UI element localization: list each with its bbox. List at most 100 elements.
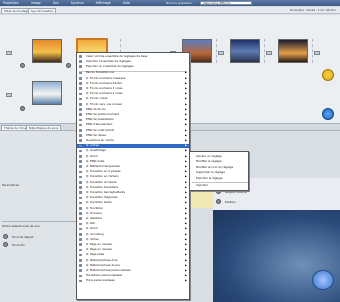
context-menu-item[interactable]: Effet de rideau ▶ bbox=[77, 134, 189, 138]
submenu-arrow-icon: ▶ bbox=[185, 227, 187, 231]
context-menu-item[interactable]: Q: Quadrillage ▶ bbox=[77, 149, 189, 153]
context-menu-item[interactable]: Q: Métamorphose personnalisée ▶ bbox=[77, 269, 189, 273]
slide-thumbnail[interactable] bbox=[278, 39, 308, 63]
tab-synchronisation[interactable]: Synchronisation bbox=[28, 8, 57, 13]
context-menu-item[interactable]: Q: Roll ▶ bbox=[77, 222, 189, 226]
transition-icon bbox=[79, 253, 82, 257]
transition-icon bbox=[79, 165, 82, 169]
context-menu-item[interactable]: Q: transition circulaire ▶ bbox=[77, 181, 189, 185]
context-menu-item[interactable]: Q: Métamorphose douce ▶ bbox=[77, 264, 189, 268]
param-knob[interactable] bbox=[3, 242, 8, 247]
context-menu-item[interactable]: Importer l'ensemble de réglages bbox=[77, 60, 189, 64]
duration-status: Ecran@2) : Durée : 1 mn 06 (fin) bbox=[290, 8, 336, 12]
submenu-item[interactable]: Supprimer le réglage bbox=[190, 170, 248, 174]
context-menu-item[interactable]: Q: Effet Cube ▶ bbox=[77, 160, 189, 164]
panel-section-title: Paramètres bbox=[2, 183, 20, 187]
context-menu-item[interactable]: Effet de volet (blind) ▶ bbox=[77, 129, 189, 133]
context-menu-item[interactable]: Q: Battants triangulaires ▶ bbox=[77, 165, 189, 169]
transition-icon bbox=[79, 259, 82, 262]
context-menu-item[interactable]: Transitions personnalisées ▶ bbox=[77, 274, 189, 278]
submenu-arrow-icon: ▶ bbox=[185, 206, 187, 210]
context-menu-item-label: Transitions personnalisées bbox=[86, 274, 123, 278]
context-menu-item[interactable]: Q: Incrusting ▶ bbox=[77, 233, 189, 237]
context-menu-item[interactable]: Q: Fondu enchaîné 2 voies ▶ bbox=[77, 92, 189, 96]
slide-options-button[interactable] bbox=[6, 51, 12, 55]
menu-image[interactable]: Image bbox=[31, 1, 41, 5]
context-menu-item[interactable]: Q: Tonneau ▶ bbox=[77, 212, 189, 216]
menu-aide[interactable]: Aide bbox=[123, 1, 130, 5]
context-menu-item[interactable]: Q: Zoom ▶ bbox=[77, 227, 189, 231]
context-menu-item-label: Q: Page en rouleau bbox=[86, 248, 113, 252]
submenu-item[interactable]: Modifier le nom du réglage bbox=[190, 165, 248, 169]
transition-icon bbox=[79, 196, 82, 200]
menu-son[interactable]: Son bbox=[53, 1, 59, 5]
slide-options-button[interactable] bbox=[314, 51, 320, 55]
context-menu-item-label: Q: Tourbillon bbox=[86, 206, 104, 210]
context-menu-item[interactable]: Q: transition en l'arbain ▶ bbox=[77, 175, 189, 179]
context-menu-item[interactable]: Q: Fondu enchaîné classique ▶ bbox=[77, 77, 189, 81]
context-menu-item[interactable]: Q: transition diagonale ▶ bbox=[77, 196, 189, 200]
submenu-arrow-icon: ▶ bbox=[185, 138, 187, 142]
context-menu-item[interactable]: Q: transition en 2 phases ▶ bbox=[77, 170, 189, 174]
slide-thumbnail[interactable] bbox=[230, 39, 260, 63]
submenu-item[interactable]: Importer bbox=[190, 183, 248, 187]
context-menu-item[interactable]: Pas de transition-nul ▶ bbox=[77, 71, 189, 75]
context-menu-item-label: Q: transition bande/battants bbox=[86, 190, 126, 194]
slide-thumbnail[interactable] bbox=[32, 81, 62, 105]
context-menu-item[interactable]: Q: Fondu vers une couleur ▶ bbox=[77, 103, 189, 107]
context-menu-item[interactable]: Caler comme ensemble de réglages de base bbox=[77, 55, 189, 59]
context-menu-item[interactable]: Q: transition transitoire ▶ bbox=[77, 186, 189, 190]
context-menu-item[interactable]: Trans personnalisées ▶ bbox=[77, 279, 189, 283]
context-menu-item[interactable]: Effet de positionnement ▶ bbox=[77, 113, 189, 117]
submenu-arrow-icon: ▶ bbox=[185, 253, 187, 257]
menu-affichage[interactable]: Affichage bbox=[96, 1, 111, 5]
sound-speaker-icon[interactable] bbox=[312, 270, 334, 290]
param-knob[interactable] bbox=[216, 199, 221, 204]
context-menu-item[interactable]: Q: transition étoile ▶ bbox=[77, 201, 189, 205]
context-menu-item[interactable]: Ouverture au centre ▶ bbox=[77, 139, 189, 143]
submenu-item[interactable]: Modifier le réglage bbox=[190, 159, 248, 163]
context-menu-item[interactable]: Q: Page en rouleau ▶ bbox=[77, 243, 189, 247]
menu-projection[interactable]: Projection bbox=[3, 1, 19, 5]
context-menu-item[interactable]: Q: Fondu enchaîné 3 voies ▶ bbox=[77, 87, 189, 91]
context-menu-item[interactable]: Q: transition bande/battants ▶ bbox=[77, 191, 189, 195]
context-menu-item[interactable]: Q: Autres ▶ bbox=[77, 144, 189, 148]
context-menu-item-label: Q: aléatoire bbox=[86, 216, 103, 220]
context-menu-item-label: Q: Fondu enchaîné classique bbox=[86, 76, 126, 80]
context-menu-item[interactable]: Exporter un ensemble de réglages bbox=[77, 65, 189, 69]
context-menu-item[interactable]: Q: Page en rouleau ▶ bbox=[77, 248, 189, 252]
context-menu-item[interactable]: Q: Page pliée ▶ bbox=[77, 253, 189, 257]
tab-bibliotheque-sons[interactable]: Bibliothèque de sons bbox=[26, 125, 62, 130]
transition-icon bbox=[79, 71, 82, 75]
transition-knob[interactable] bbox=[20, 63, 25, 68]
submenu-item[interactable]: Ajouter un réglage bbox=[190, 154, 248, 158]
context-menu-item[interactable]: Effet d'éboulement ▶ bbox=[77, 123, 189, 127]
context-menu-item[interactable]: Q: Vortex ▶ bbox=[77, 238, 189, 242]
context-menu-item[interactable]: Q: Métamorphose dure ▶ bbox=[77, 259, 189, 263]
submenu-item[interactable]: Exporter le réglage bbox=[190, 176, 248, 180]
transition-knob[interactable] bbox=[66, 63, 71, 68]
context-menu-item[interactable]: Q: Fondu enchaîné fractal ▶ bbox=[77, 82, 189, 86]
context-menu-item[interactable]: Q: Zoom ▶ bbox=[77, 155, 189, 159]
menu-synchro[interactable]: Synchro bbox=[71, 1, 84, 5]
slide-options-button[interactable] bbox=[218, 51, 224, 55]
sound-icon[interactable] bbox=[322, 108, 334, 120]
submenu-arrow-icon: ▶ bbox=[185, 154, 187, 158]
speaker-icon[interactable] bbox=[322, 69, 334, 81]
slide-options-button[interactable] bbox=[6, 93, 12, 97]
context-menu-item[interactable]: Effet de fondu ▶ bbox=[77, 108, 189, 112]
transition-icon bbox=[79, 134, 82, 137]
project-name-field[interactable]: diaporama_888.xxx bbox=[200, 1, 252, 5]
context-menu-item-label: Effet de pixellisation bbox=[86, 118, 115, 122]
slide-options-button[interactable] bbox=[266, 51, 272, 55]
context-menu-item[interactable]: Q: Fondu croisé ▶ bbox=[77, 97, 189, 101]
context-menu-item[interactable]: Q: aléatoire ▶ bbox=[77, 217, 189, 221]
submenu-arrow-icon: ▶ bbox=[185, 268, 187, 272]
param-knob[interactable] bbox=[3, 234, 8, 239]
transition-knob[interactable] bbox=[20, 106, 25, 111]
slide-thumbnail[interactable] bbox=[32, 39, 62, 63]
context-menu-item-label: Q: transition diagonale bbox=[86, 196, 118, 200]
context-menu-item[interactable]: Effet de pixellisation ▶ bbox=[77, 118, 189, 122]
transition-icon bbox=[79, 248, 82, 252]
context-menu-item[interactable]: Q: Tourbillon ▶ bbox=[77, 207, 189, 211]
